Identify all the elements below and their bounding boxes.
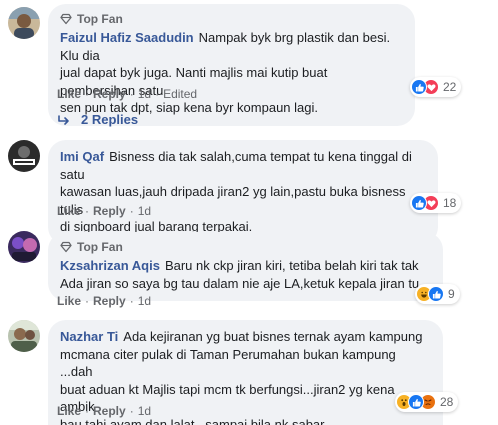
- reply-link[interactable]: Reply: [93, 204, 126, 218]
- commenter-name[interactable]: Faizul Hafiz Saadudin: [60, 30, 194, 45]
- like-link[interactable]: Like: [57, 87, 81, 101]
- commenter-name[interactable]: Imi Qaf: [60, 149, 104, 164]
- separator: ·: [129, 87, 134, 101]
- reply-link[interactable]: Reply: [93, 294, 126, 308]
- separator: ·: [129, 404, 134, 418]
- timestamp[interactable]: 1d: [138, 294, 151, 308]
- like-reaction-icon: [428, 286, 444, 302]
- commenter-name[interactable]: Nazhar Ti: [60, 329, 118, 344]
- like-link[interactable]: Like: [57, 294, 81, 308]
- replies-label[interactable]: 2 Replies: [81, 112, 138, 127]
- view-replies-link[interactable]: 2 Replies: [57, 112, 138, 127]
- top-fan-badge: Top Fan: [60, 12, 403, 26]
- comment-actions: Like · Reply · 1d: [57, 404, 151, 418]
- top-fan-badge: Top Fan: [60, 240, 431, 254]
- like-reaction-icon: [411, 79, 427, 95]
- comment-line: Ada kejiranan yg buat bisnes ternak ayam…: [123, 329, 423, 344]
- comment-line: mcmana citer pulak di Taman Perumahan bu…: [60, 346, 396, 380]
- comment-bubble: Top Fan Kzsahrizan Aqis Baru nk ckp jiran…: [48, 232, 443, 301]
- like-link[interactable]: Like: [57, 404, 81, 418]
- reaction-count: 28: [440, 395, 454, 409]
- commenter-name[interactable]: Kzsahrizan Aqis: [60, 258, 160, 273]
- reply-link[interactable]: Reply: [93, 87, 126, 101]
- separator: ·: [85, 204, 90, 218]
- comment-text: Faizul Hafiz Saadudin Nampak byk brg plas…: [60, 29, 403, 117]
- comment-actions: Like · Reply · 1d · Edited: [57, 87, 197, 101]
- timestamp[interactable]: 1d: [138, 404, 151, 418]
- separator: ·: [85, 87, 90, 101]
- comment-text: Kzsahrizan Aqis Baru nk ckp jiran kiri, t…: [60, 257, 431, 292]
- like-reaction-icon: [411, 195, 427, 211]
- timestamp[interactable]: 1d: [138, 87, 151, 101]
- comment-text: Imi Qaf Bisness dia tak salah,cuma tempat…: [60, 148, 426, 236]
- reaction-count: 18: [443, 196, 457, 210]
- diamond-icon: [60, 241, 72, 253]
- comment-line: Bisness dia tak salah,cuma tempat tu ken…: [60, 149, 412, 182]
- reply-arrow-icon: [58, 114, 69, 125]
- reaction-summary[interactable]: 9: [415, 284, 460, 304]
- timestamp[interactable]: 1d: [138, 204, 151, 218]
- separator: ·: [85, 404, 90, 418]
- diamond-icon: [60, 13, 72, 25]
- avatar[interactable]: [8, 7, 40, 39]
- reaction-summary[interactable]: 18: [410, 193, 462, 213]
- comment-bubble: Imi Qaf Bisness dia tak salah,cuma tempat…: [48, 140, 438, 245]
- comment-actions: Like · Reply · 1d: [57, 204, 151, 218]
- badge-label: Top Fan: [77, 240, 123, 254]
- separator: ·: [129, 294, 134, 308]
- like-reaction-icon: [408, 394, 424, 410]
- badge-label: Top Fan: [77, 12, 123, 26]
- comment-actions: Like · Reply · 1d: [57, 294, 151, 308]
- reply-link[interactable]: Reply: [93, 404, 126, 418]
- reaction-count: 22: [443, 80, 457, 94]
- reaction-summary[interactable]: 22: [410, 77, 462, 97]
- edited-label[interactable]: Edited: [163, 87, 197, 101]
- comment-line: Ada jiran so saya bg tau dalam nie aje L…: [60, 275, 420, 291]
- separator: ·: [129, 204, 134, 218]
- reaction-summary[interactable]: 28: [395, 392, 459, 412]
- reaction-count: 9: [448, 287, 455, 301]
- like-link[interactable]: Like: [57, 204, 81, 218]
- avatar[interactable]: [8, 140, 40, 172]
- separator: ·: [85, 294, 90, 308]
- comment-line: Baru nk ckp jiran kiri, tetiba belah kir…: [164, 258, 419, 273]
- separator: ·: [155, 87, 160, 101]
- avatar[interactable]: [8, 231, 40, 263]
- avatar[interactable]: [8, 320, 40, 352]
- comment-bubble: Top Fan Faizul Hafiz Saadudin Nampak byk …: [48, 4, 415, 126]
